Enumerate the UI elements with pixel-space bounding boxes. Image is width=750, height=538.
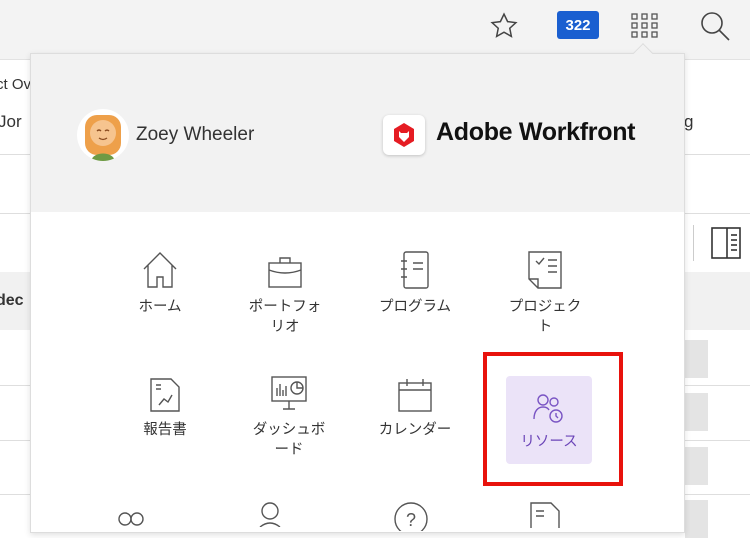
divider xyxy=(693,225,694,261)
column-header: dec xyxy=(0,292,24,309)
table-cell xyxy=(685,500,708,538)
notification-badge[interactable]: 322 xyxy=(557,11,599,39)
table-cell xyxy=(685,340,708,378)
menu-item-label: プロジェクト xyxy=(508,299,582,335)
menu-item-dashboards[interactable]: ダッシュボ ード xyxy=(239,372,339,460)
document-icon[interactable] xyxy=(530,502,560,533)
notebook-icon xyxy=(360,249,470,289)
menu-item-projects[interactable]: プロジェクト xyxy=(495,249,595,337)
menu-item-portfolio[interactable]: ポートフォ リオ xyxy=(235,249,335,337)
svg-text:?: ? xyxy=(406,510,416,530)
background-text: Jor xyxy=(0,112,22,131)
table-cell xyxy=(685,447,708,485)
home-icon xyxy=(105,249,215,289)
background-text: g xyxy=(684,112,694,131)
background-text: ct Ov xyxy=(0,76,32,93)
menu-item-label: ホーム xyxy=(138,299,182,315)
calendar-icon xyxy=(360,372,470,412)
briefcase-icon xyxy=(235,249,335,289)
menu-item-home[interactable]: ホーム xyxy=(105,249,215,317)
panel-toggle-icon[interactable] xyxy=(711,227,741,264)
highlight-box xyxy=(483,352,623,486)
grid-icon[interactable] xyxy=(627,8,663,44)
help-icon[interactable]: ? xyxy=(393,501,429,536)
table-cell xyxy=(685,393,708,431)
menu-item-label: プログラム xyxy=(378,299,452,315)
brand-name: Adobe Workfront xyxy=(436,118,636,146)
avatar[interactable] xyxy=(77,109,129,161)
menu-item-label: 報告書 xyxy=(143,422,187,438)
menu-item-label: ポートフォ リオ xyxy=(248,299,322,335)
search-icon[interactable] xyxy=(697,8,733,44)
menu-item-programs[interactable]: プログラム xyxy=(360,249,470,317)
menu-header: Zoey Wheeler Adobe Workfront xyxy=(31,54,684,212)
user-icon[interactable] xyxy=(257,501,283,532)
dashboard-icon xyxy=(239,372,339,412)
menu-item-label: ダッシュボ ード xyxy=(252,422,326,458)
star-icon[interactable] xyxy=(486,8,522,44)
menu-item-reports[interactable]: 報告書 xyxy=(110,372,220,440)
menu-item-label: カレンダー xyxy=(378,422,452,438)
workfront-logo-icon xyxy=(383,115,425,155)
user-name[interactable]: Zoey Wheeler xyxy=(136,124,254,146)
menu-item-calendar[interactable]: カレンダー xyxy=(360,372,470,440)
report-icon xyxy=(110,372,220,412)
checklist-icon xyxy=(495,249,595,289)
